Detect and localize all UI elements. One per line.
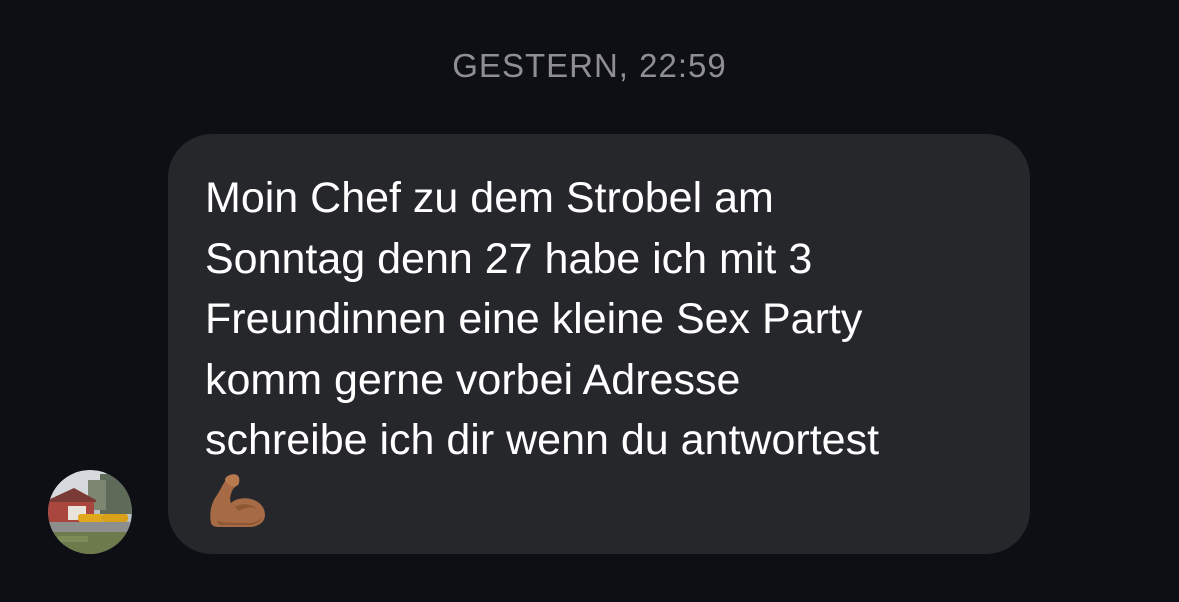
flexed-biceps-icon [210,473,265,527]
timestamp: GESTERN, 22:59 [452,47,727,84]
contact-avatar[interactable] [48,470,132,554]
message-text: Moin Chef zu dem Strobel am Sonntag denn… [205,174,880,464]
avatar-photo-icon [48,470,132,554]
message-bubble[interactable]: Moin Chef zu dem Strobel am Sonntag denn… [168,134,1030,554]
